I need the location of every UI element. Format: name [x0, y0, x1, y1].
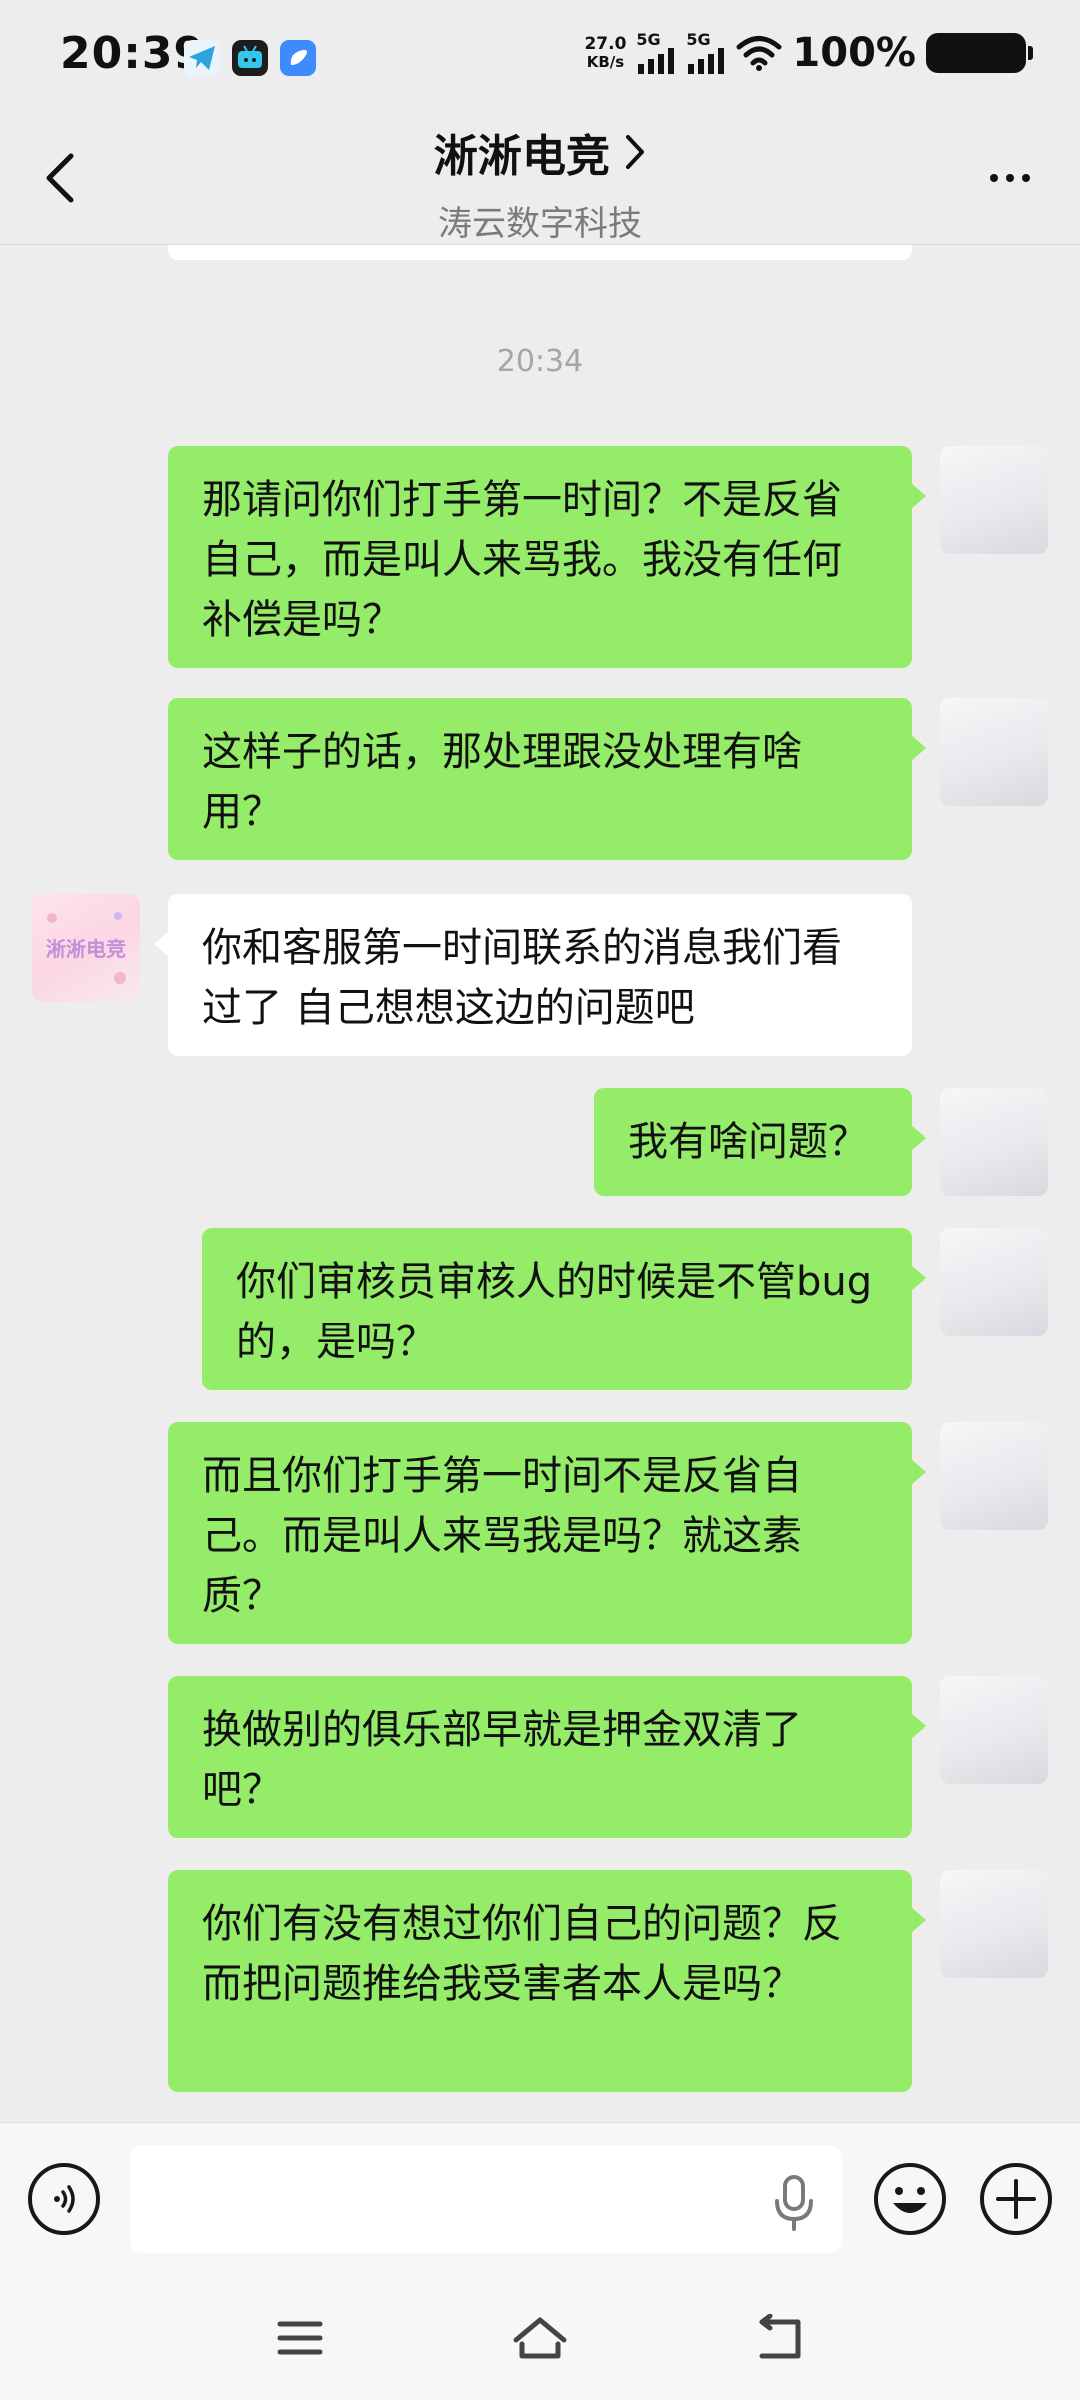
network-speed-value: 27.0	[584, 34, 627, 54]
more-options-button[interactable]	[980, 158, 1040, 198]
emoji-icon[interactable]	[872, 2161, 948, 2237]
telegram-icon	[184, 40, 220, 76]
microphone-icon[interactable]	[768, 2173, 820, 2233]
network-speed-unit: KB/s	[586, 53, 625, 71]
signal-bars-icon	[688, 48, 725, 74]
menu-button[interactable]	[268, 2310, 332, 2366]
contact-avatar-logo-text: 淅淅电竞	[46, 937, 126, 961]
plus-icon[interactable]	[978, 2161, 1054, 2237]
more-dot-icon	[1022, 174, 1030, 182]
bilibili-icon	[232, 40, 268, 76]
wifi-icon	[736, 36, 782, 71]
sim1-network-tag: 5G	[636, 30, 661, 49]
home-icon	[513, 2317, 567, 2359]
sim2-signal: 5G	[686, 32, 726, 74]
message-input[interactable]	[130, 2145, 842, 2253]
message-timestamp: 20:34	[496, 344, 584, 379]
battery-percent: 100%	[792, 30, 916, 76]
status-app-icons	[184, 40, 316, 76]
voice-wave-icon	[54, 2185, 75, 2213]
blue-app-icon	[280, 40, 316, 76]
status-indicators: 27.0 KB/s 5G 5G 100%	[584, 30, 1033, 76]
chat-message-list[interactable]: 20:34 那请问你们打手第一时间？不是反省自己，而是叫人来骂我。我没有任何补偿…	[0, 244, 1080, 2122]
sim1-signal: 5G	[636, 32, 676, 74]
outgoing-message[interactable]: 我有啥问题？	[594, 1088, 926, 1196]
my-avatar[interactable]	[940, 1088, 1048, 1196]
chat-title: 淅淅电竞	[434, 131, 610, 182]
more-dot-icon	[1006, 174, 1014, 182]
chat-subtitle: 涛云数字科技	[438, 204, 642, 244]
incoming-message[interactable]: 你和客服第一时间联系的消息我们看过了 自己想想这边的问题吧	[154, 894, 912, 1056]
chat-header: 淅淅电竞 涛云数字科技	[0, 118, 1080, 245]
back-icon	[759, 2314, 801, 2359]
contact-avatar-image: 淅淅电竞	[46, 912, 126, 984]
my-avatar[interactable]	[940, 698, 1048, 806]
voice-toggle-button[interactable]	[28, 2163, 100, 2235]
my-avatar[interactable]	[940, 446, 1048, 554]
my-avatar[interactable]	[940, 1676, 1048, 1784]
my-avatar[interactable]	[940, 1228, 1048, 1336]
more-dot-icon	[990, 174, 998, 182]
menu-icon	[277, 2321, 323, 2355]
status-bar: 20:39 27.0 KB/s 5G 5G 100%	[0, 0, 1080, 118]
previous-message-bubble	[168, 244, 912, 260]
chevron-right-icon	[626, 135, 644, 169]
network-speed: 27.0 KB/s	[584, 35, 626, 71]
sim2-network-tag: 5G	[686, 30, 711, 49]
my-avatar[interactable]	[940, 1422, 1048, 1530]
message-input-bar	[0, 2122, 1080, 2281]
back-nav-button[interactable]	[748, 2310, 812, 2366]
home-button[interactable]	[508, 2310, 572, 2366]
outgoing-message[interactable]: 你们有没有想过你们自己的问题？反而把问题推给我受害者本人是吗？	[168, 1870, 926, 2092]
system-navigation-bar	[0, 2280, 1080, 2400]
my-avatar[interactable]	[940, 1870, 1048, 1978]
outgoing-message[interactable]: 那请问你们打手第一时间？不是反省自己，而是叫人来骂我。我没有任何补偿是吗？	[168, 446, 926, 668]
battery-icon	[926, 33, 1033, 73]
signal-bars-icon	[638, 48, 675, 74]
outgoing-message[interactable]: 你们审核员审核人的时候是不管bug的，是吗？	[202, 1228, 926, 1390]
contact-avatar[interactable]: 淅淅电竞	[32, 894, 140, 1002]
outgoing-message[interactable]: 这样子的话，那处理跟没处理有啥用？	[168, 698, 926, 860]
chat-title-area[interactable]: 淅淅电竞 涛云数字科技	[0, 120, 1080, 245]
outgoing-message[interactable]: 换做别的俱乐部早就是押金双清了吧？	[168, 1676, 926, 1838]
outgoing-message[interactable]: 而且你们打手第一时间不是反省自己。而是叫人来骂我是吗？就这素质？	[168, 1422, 926, 1644]
